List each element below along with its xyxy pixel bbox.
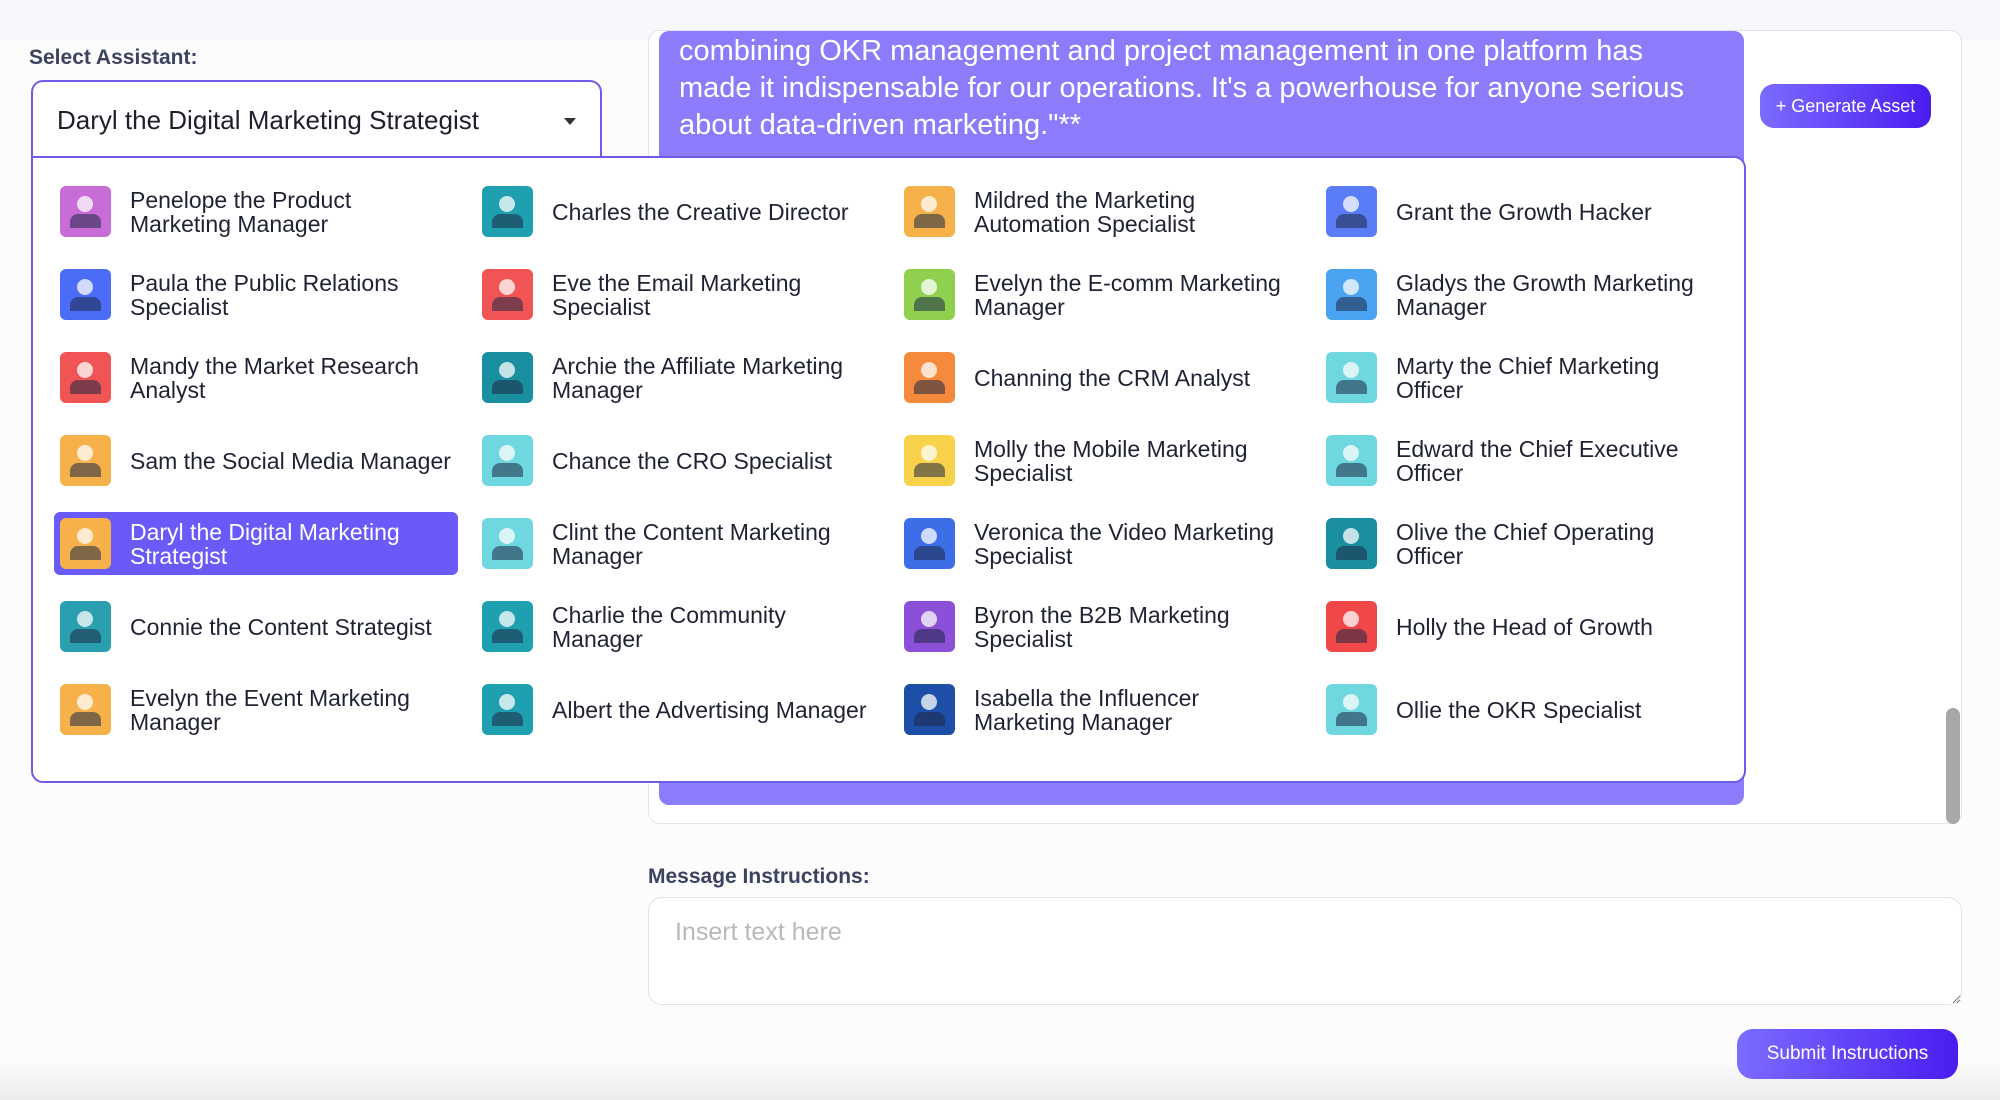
assistant-avatar-icon [1326, 684, 1377, 735]
assistant-option-label: Holly the Head of Growth [1396, 613, 1653, 640]
assistant-avatar-icon [482, 352, 533, 403]
assistant-option-label: Mandy the Market Research Analyst [130, 352, 419, 403]
bottom-fade [0, 1060, 2000, 1100]
assistant-avatar-icon [904, 269, 955, 320]
assistant-option-label: Sam the Social Media Manager [130, 447, 451, 474]
assistant-option[interactable]: Mandy the Market Research Analyst [54, 346, 458, 409]
assistant-avatar-icon [1326, 518, 1377, 569]
assistant-avatar-icon [904, 186, 955, 237]
assistant-avatar-icon [60, 601, 111, 652]
assistant-avatar-icon [60, 186, 111, 237]
assistant-option-label: Molly the Mobile Marketing Specialist [974, 435, 1248, 486]
assistant-avatar-icon [1326, 352, 1377, 403]
assistant-option[interactable]: Archie the Affiliate Marketing Manager [476, 346, 880, 409]
assistant-option[interactable]: Albert the Advertising Manager [476, 678, 880, 741]
assistant-option-label: Marty the Chief Marketing Officer [1396, 352, 1660, 403]
assistant-option-label: Eve the Email Marketing Specialist [552, 269, 802, 320]
assistant-avatar-icon [482, 435, 533, 486]
assistant-option[interactable]: Penelope the Product Marketing Manager [54, 180, 458, 243]
assistant-option[interactable]: Eve the Email Marketing Specialist [476, 263, 880, 326]
assistant-option[interactable]: Mildred the Marketing Automation Special… [898, 180, 1302, 243]
assistant-select[interactable]: Daryl the Digital Marketing Strategist [31, 80, 602, 158]
assistant-avatar-icon [482, 269, 533, 320]
assistant-option[interactable]: Evelyn the Event Marketing Manager [54, 678, 458, 741]
message-instructions-input[interactable] [648, 897, 1962, 1005]
message-line: about data-driven marketing."** [679, 109, 1082, 141]
assistant-option-label: Paula the Public Relations Specialist [130, 269, 399, 320]
chat-scrollbar[interactable] [1946, 708, 1960, 824]
assistant-option-label: Charlie the Community Manager [552, 601, 786, 652]
message-instructions-label: Message Instructions: [648, 865, 870, 888]
assistant-option-label: Olive the Chief Operating Officer [1396, 518, 1655, 569]
assistant-option-label: Chance the CRO Specialist [552, 447, 832, 474]
assistant-dropdown-menu: Penelope the Product Marketing Manager Pa… [31, 156, 1746, 783]
assistant-option-label: Penelope the Product Marketing Manager [130, 186, 352, 237]
assistant-option[interactable]: Veronica the Video Marketing Specialist [898, 512, 1302, 575]
assistant-option[interactable]: Evelyn the E-comm Marketing Manager [898, 263, 1302, 326]
assistant-option[interactable]: Connie the Content Strategist [54, 595, 458, 658]
assistant-option-label: Clint the Content Marketing Manager [552, 518, 831, 569]
assistant-option-label: Albert the Advertising Manager [552, 696, 867, 723]
assistant-option-label: Archie the Affiliate Marketing Manager [552, 352, 844, 403]
assistant-avatar-icon [60, 352, 111, 403]
assistant-avatar-icon [904, 352, 955, 403]
assistant-option-label: Ollie the OKR Specialist [1396, 696, 1642, 723]
assistant-option-label: Evelyn the E-comm Marketing Manager [974, 269, 1281, 320]
assistant-option[interactable]: Marty the Chief Marketing Officer [1320, 346, 1724, 409]
assistant-avatar-icon [60, 435, 111, 486]
assistant-option[interactable]: Byron the B2B Marketing Specialist [898, 595, 1302, 658]
assistant-option-label: Grant the Growth Hacker [1396, 198, 1652, 225]
assistant-avatar-icon [904, 601, 955, 652]
assistant-avatar-icon [482, 186, 533, 237]
assistant-option[interactable]: Gladys the Growth Marketing Manager [1320, 263, 1724, 326]
assistant-option-label: Channing the CRM Analyst [974, 364, 1251, 391]
message-line: combining OKR management and project man… [679, 35, 1643, 67]
submit-instructions-button[interactable]: Submit Instructions [1737, 1029, 1958, 1079]
assistant-avatar-icon [60, 269, 111, 320]
message-line: made it indispensable for our operations… [679, 72, 1685, 104]
assistant-avatar-icon [60, 684, 111, 735]
assistant-avatar-icon [482, 601, 533, 652]
assistant-option-label: Evelyn the Event Marketing Manager [130, 684, 410, 735]
generate-asset-button[interactable]: + Generate Asset [1760, 84, 1931, 128]
assistant-avatar-icon [1326, 435, 1377, 486]
assistant-option[interactable]: Holly the Head of Growth [1320, 595, 1724, 658]
assistant-avatar-icon [482, 684, 533, 735]
assistant-option-label: Charles the Creative Director [552, 198, 849, 225]
assistant-option-label: Connie the Content Strategist [130, 613, 432, 640]
assistant-option-label: Veronica the Video Marketing Specialist [974, 518, 1275, 569]
assistant-option-label: Daryl the Digital Marketing Strategist [130, 518, 400, 569]
assistant-option[interactable]: Ollie the OKR Specialist [1320, 678, 1724, 741]
assistant-option-label: Mildred the Marketing Automation Special… [974, 186, 1196, 237]
assistant-option[interactable]: Channing the CRM Analyst [898, 346, 1302, 409]
assistant-avatar-icon [1326, 186, 1377, 237]
assistant-option[interactable]: Daryl the Digital Marketing Strategist [54, 512, 458, 575]
assistant-avatar-icon [482, 518, 533, 569]
assistant-avatar-icon [904, 684, 955, 735]
assistant-option[interactable]: Grant the Growth Hacker [1320, 180, 1724, 243]
assistant-avatar-icon [1326, 601, 1377, 652]
caret-down-icon [564, 118, 576, 125]
assistant-option[interactable]: Edward the Chief Executive Officer [1320, 429, 1724, 492]
assistant-avatar-icon [904, 518, 955, 569]
assistant-option[interactable]: Olive the Chief Operating Officer [1320, 512, 1724, 575]
assistant-option-label: Gladys the Growth Marketing Manager [1396, 269, 1694, 320]
assistant-option-label: Byron the B2B Marketing Specialist [974, 601, 1230, 652]
assistant-option[interactable]: Chance the CRO Specialist [476, 429, 880, 492]
assistant-option-label: Isabella the Influencer Marketing Manage… [974, 684, 1200, 735]
assistant-avatar-icon [60, 518, 111, 569]
assistant-option-label: Edward the Chief Executive Officer [1396, 435, 1679, 486]
assistant-option[interactable]: Molly the Mobile Marketing Specialist [898, 429, 1302, 492]
select-assistant-label: Select Assistant: [29, 46, 198, 69]
assistant-option[interactable]: Charles the Creative Director [476, 180, 880, 243]
assistant-avatar-icon [1326, 269, 1377, 320]
assistant-option[interactable]: Charlie the Community Manager [476, 595, 880, 658]
assistant-option[interactable]: Paula the Public Relations Specialist [54, 263, 458, 326]
assistant-option[interactable]: Clint the Content Marketing Manager [476, 512, 880, 575]
assistant-avatar-icon [904, 435, 955, 486]
selected-assistant: Daryl the Digital Marketing Strategist [57, 104, 479, 135]
assistant-option[interactable]: Isabella the Influencer Marketing Manage… [898, 678, 1302, 741]
assistant-option[interactable]: Sam the Social Media Manager [54, 429, 458, 492]
